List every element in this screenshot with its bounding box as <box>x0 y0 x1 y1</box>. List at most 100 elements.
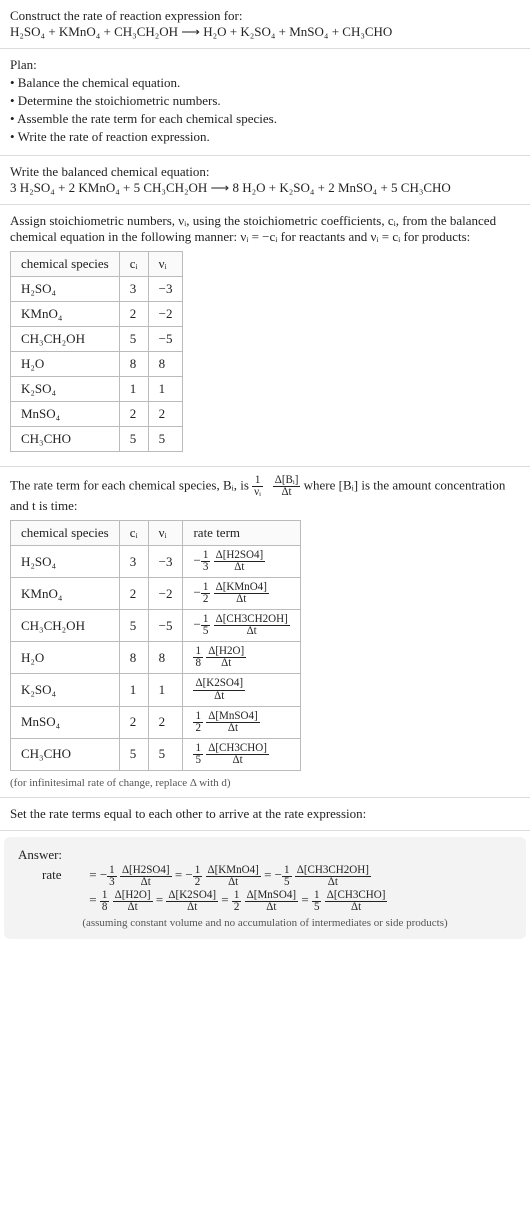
cell-rate-term: 18 Δ[H2O]Δt <box>183 642 300 674</box>
fraction: 12 <box>193 865 203 888</box>
rate-term-intro-before: The rate term for each chemical species,… <box>10 478 252 493</box>
fraction: 18 <box>193 646 203 669</box>
fraction: Δ[MnSO4]Δt <box>206 711 259 734</box>
cell: CH₃CHO <box>11 427 120 452</box>
fraction: Δ[CH3CHO]Δt <box>325 890 388 913</box>
cell: MnSO₄ <box>11 402 120 427</box>
table-row: KMnO₄2−2 <box>11 302 183 327</box>
cell: K₂SO₄ <box>11 377 120 402</box>
table-row: H₂SO₄3−3 <box>11 277 183 302</box>
frac-one-over-nu: 1 νᵢ <box>252 475 263 498</box>
answer-assumption: (assuming constant volume and no accumul… <box>18 917 512 929</box>
balanced-section: Write the balanced chemical equation: 3 … <box>0 156 530 205</box>
table-header-row: chemical species cᵢ νᵢ rate term <box>11 521 301 546</box>
cell-rate-term: −12 Δ[KMnO4]Δt <box>183 578 300 610</box>
cell-rate-term: −15 Δ[CH3CH2OH]Δt <box>183 610 300 642</box>
fraction: Δ[H2O]Δt <box>206 646 246 669</box>
fraction: Δ[KMnO4]Δt <box>206 865 261 888</box>
fraction: 15 <box>282 865 292 888</box>
fraction: Δ[CH3CHO]Δt <box>206 743 269 766</box>
table-row: MnSO₄22 <box>11 402 183 427</box>
table-header-row: chemical species cᵢ νᵢ <box>11 252 183 277</box>
cell: 5 <box>119 327 148 352</box>
col-species: chemical species <box>11 521 120 546</box>
cell: CH₃CHO <box>11 738 120 770</box>
plan-item: • Determine the stoichiometric numbers. <box>10 93 520 109</box>
fraction: 13 <box>201 550 211 573</box>
rate-expression-line-2: = 18 Δ[H2O]Δt = Δ[K2SO4]Δt = 12 Δ[MnSO4]… <box>42 890 512 913</box>
cell: 2 <box>148 706 183 738</box>
rate-table-footnote: (for infinitesimal rate of change, repla… <box>10 777 520 789</box>
cell: KMnO₄ <box>11 302 120 327</box>
prompt-title: Construct the rate of reaction expressio… <box>10 8 520 24</box>
fraction: Δ[H2SO4]Δt <box>120 865 172 888</box>
cell: H₂SO₄ <box>11 546 120 578</box>
cell: CH₃CH₂OH <box>11 610 120 642</box>
fraction: 15 <box>193 743 203 766</box>
table-row: H₂O8818 Δ[H2O]Δt <box>11 642 301 674</box>
table-row: H₂SO₄3−3−13 Δ[H2SO4]Δt <box>11 546 301 578</box>
cell: 2 <box>148 402 183 427</box>
fraction: Δ[H2SO4]Δt <box>214 550 266 573</box>
table-row: H₂O88 <box>11 352 183 377</box>
cell: 1 <box>148 674 183 706</box>
cell-rate-term: −13 Δ[H2SO4]Δt <box>183 546 300 578</box>
answer-box: Answer: rate = −13 Δ[H2SO4]Δt = −12 Δ[KM… <box>4 837 526 939</box>
fraction: 15 <box>201 614 211 637</box>
cell: −5 <box>148 327 183 352</box>
cell-rate-term: 12 Δ[MnSO4]Δt <box>183 706 300 738</box>
fraction: 18 <box>100 890 110 913</box>
table-row: CH₃CHO5515 Δ[CH3CHO]Δt <box>11 738 301 770</box>
cell: 5 <box>148 427 183 452</box>
balanced-equation: 3 H₂SO₄ + 2 KMnO₄ + 5 CH₃CH₂OH ⟶ 8 H₂O +… <box>10 180 520 196</box>
cell-rate-term: Δ[K2SO4]Δt <box>183 674 300 706</box>
table-row: CH₃CHO55 <box>11 427 183 452</box>
plan-heading: Plan: <box>10 57 520 73</box>
cell: H₂O <box>11 352 120 377</box>
table-row: K₂SO₄11 <box>11 377 183 402</box>
plan-item: • Assemble the rate term for each chemic… <box>10 111 520 127</box>
plan-section: Plan: • Balance the chemical equation. •… <box>0 49 530 156</box>
final-lead-section: Set the rate terms equal to each other t… <box>0 798 530 831</box>
fraction: Δ[H2O]Δt <box>113 890 153 913</box>
cell: 2 <box>119 402 148 427</box>
cell: 8 <box>148 352 183 377</box>
cell: KMnO₄ <box>11 578 120 610</box>
frac-dB-dt: Δ[Bᵢ] Δt <box>273 475 301 498</box>
cell: −2 <box>148 578 183 610</box>
rate-term-section: The rate term for each chemical species,… <box>0 467 530 798</box>
cell: 2 <box>119 578 148 610</box>
cell: 8 <box>119 352 148 377</box>
frac-den: Δt <box>273 487 301 498</box>
rate-expression-line-1: rate = −13 Δ[H2SO4]Δt = −12 Δ[KMnO4]Δt =… <box>42 865 512 888</box>
cell: 1 <box>119 674 148 706</box>
cell: 5 <box>119 610 148 642</box>
answer-label: Answer: <box>18 847 512 863</box>
table-row: MnSO₄2212 Δ[MnSO4]Δt <box>11 706 301 738</box>
rate-term-table: chemical species cᵢ νᵢ rate term H₂SO₄3−… <box>10 520 301 771</box>
table-row: K₂SO₄11Δ[K2SO4]Δt <box>11 674 301 706</box>
fraction: 12 <box>201 582 211 605</box>
fraction: 12 <box>193 711 203 734</box>
fraction: Δ[MnSO4]Δt <box>245 890 298 913</box>
table-row: KMnO₄2−2−12 Δ[KMnO4]Δt <box>11 578 301 610</box>
cell: −5 <box>148 610 183 642</box>
cell: −3 <box>148 546 183 578</box>
col-ci: cᵢ <box>119 521 148 546</box>
cell: 8 <box>119 642 148 674</box>
fraction: 13 <box>107 865 117 888</box>
stoich-table: chemical species cᵢ νᵢ H₂SO₄3−3 KMnO₄2−2… <box>10 251 183 452</box>
cell: 5 <box>148 738 183 770</box>
fraction: 12 <box>232 890 242 913</box>
cell: 8 <box>148 642 183 674</box>
stoich-intro: Assign stoichiometric numbers, νᵢ, using… <box>10 213 520 245</box>
cell: 3 <box>119 277 148 302</box>
col-vi: νᵢ <box>148 521 183 546</box>
cell: 2 <box>119 706 148 738</box>
prompt-equation: H₂SO₄ + KMnO₄ + CH₃CH₂OH ⟶ H₂O + K₂SO₄ +… <box>10 24 520 40</box>
frac-den: νᵢ <box>252 487 263 498</box>
rate-label: rate <box>42 867 86 883</box>
cell: CH₃CH₂OH <box>11 327 120 352</box>
cell: H₂SO₄ <box>11 277 120 302</box>
fraction: Δ[CH3CH2OH]Δt <box>214 614 290 637</box>
